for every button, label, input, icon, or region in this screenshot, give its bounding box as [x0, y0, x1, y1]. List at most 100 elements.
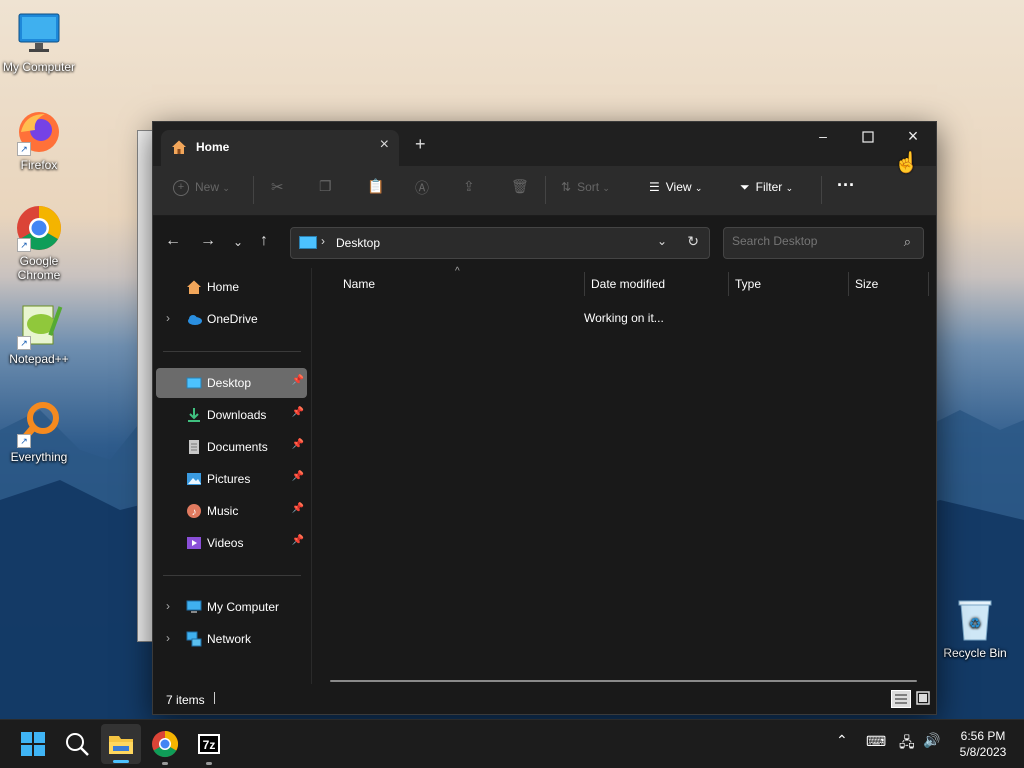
- pictures-icon: [186, 471, 202, 487]
- more-options-button[interactable]: ···: [837, 175, 855, 196]
- paste-button[interactable]: 📋: [367, 178, 384, 195]
- close-window-button[interactable]: ×: [890, 122, 936, 152]
- expand-chevron-icon[interactable]: ›: [166, 631, 170, 645]
- column-separator[interactable]: [848, 272, 849, 296]
- title-bar[interactable]: Home × + – ×: [153, 122, 936, 166]
- rename-button[interactable]: Ⓐ: [415, 178, 429, 198]
- download-arrow-icon: [186, 407, 202, 423]
- desktop-icon-label: Everything: [10, 450, 68, 464]
- forward-button[interactable]: →: [200, 232, 216, 250]
- copy-button[interactable]: ❐: [319, 178, 332, 195]
- clock-time: 6:56 PM: [960, 729, 1006, 743]
- expand-chevron-icon[interactable]: ›: [166, 311, 170, 325]
- search-input[interactable]: [730, 233, 894, 249]
- loading-message: Working on it...: [584, 311, 664, 325]
- pane-splitter[interactable]: [311, 268, 312, 688]
- pin-icon[interactable]: 📌: [292, 471, 304, 482]
- minimize-button[interactable]: –: [800, 122, 846, 152]
- desktop-icon-notepadpp[interactable]: ↗ Notepad++: [0, 302, 79, 366]
- details-view-button[interactable]: [891, 690, 911, 708]
- column-size[interactable]: Size: [855, 277, 878, 291]
- sidebar-item-music[interactable]: ♪ Music 📌: [156, 496, 307, 526]
- recent-locations-button[interactable]: ⌄: [233, 235, 243, 249]
- tab-home[interactable]: Home ×: [161, 130, 399, 166]
- desktop-icon-label: Firefox: [20, 158, 58, 172]
- desktop-icon-label: Recycle Bin: [943, 646, 1007, 660]
- column-type[interactable]: Type: [735, 277, 761, 291]
- video-icon: [186, 535, 202, 551]
- volume-icon[interactable]: 🔊: [923, 732, 940, 749]
- monitor-icon: [186, 599, 202, 615]
- search-box[interactable]: ⌕: [723, 227, 924, 259]
- delete-button[interactable]: 🗑: [511, 178, 529, 195]
- pin-icon[interactable]: 📌: [292, 407, 304, 418]
- pin-icon[interactable]: 📌: [292, 503, 304, 514]
- taskbar-file-explorer[interactable]: [101, 724, 141, 764]
- toolbar-separator: [545, 176, 546, 204]
- keyboard-icon[interactable]: ⌨: [866, 733, 886, 750]
- column-name[interactable]: Name: [343, 277, 375, 291]
- toolbar-separator: [821, 176, 822, 204]
- cut-button[interactable]: ✂: [271, 178, 284, 196]
- taskbar-7zip[interactable]: 7z: [193, 728, 225, 765]
- taskbar: 7z ⌃ ⌨ 🖧 🔊 6:56 PM 5/8/2023: [0, 719, 1024, 768]
- sidebar-item-pictures[interactable]: Pictures 📌: [156, 464, 307, 494]
- view-button[interactable]: ☰ View ⌄: [649, 180, 702, 194]
- search-icon: ⌕: [903, 234, 911, 249]
- desktop-icon-chrome[interactable]: ↗ Google Chrome: [0, 204, 79, 282]
- column-date-modified[interactable]: Date modified: [591, 277, 665, 291]
- hand-cursor-icon: ☝: [894, 152, 919, 174]
- desktop-icon-recycle-bin[interactable]: ♻ Recycle Bin: [935, 596, 1015, 660]
- tiles-view-button[interactable]: [915, 690, 931, 706]
- network-status-icon[interactable]: 🖧: [899, 732, 915, 756]
- pin-icon[interactable]: 📌: [292, 439, 304, 450]
- shortcut-arrow-icon: ↗: [17, 336, 31, 350]
- sidebar-item-my-computer[interactable]: › My Computer: [156, 592, 307, 622]
- address-bar[interactable]: › Desktop ⌄ ↻: [290, 227, 710, 259]
- desktop-icon-everything[interactable]: ↗ Everything: [0, 400, 79, 464]
- sort-icon: ⇅: [561, 180, 572, 194]
- column-separator[interactable]: [584, 272, 585, 296]
- share-button[interactable]: ⇪: [463, 178, 475, 195]
- column-separator[interactable]: [928, 272, 929, 296]
- up-button[interactable]: ↑: [260, 232, 268, 250]
- refresh-icon[interactable]: ↻: [687, 233, 699, 250]
- search-button[interactable]: [61, 728, 93, 760]
- column-separator[interactable]: [728, 272, 729, 296]
- expand-chevron-icon[interactable]: ›: [166, 599, 170, 613]
- filter-icon: ⏷: [740, 180, 750, 194]
- address-dropdown-icon[interactable]: ⌄: [657, 234, 667, 248]
- new-tab-button[interactable]: +: [415, 134, 426, 155]
- toolbar-separator: [253, 176, 254, 204]
- new-button[interactable]: + New ⌄: [173, 180, 230, 196]
- pin-icon[interactable]: 📌: [292, 375, 304, 386]
- sidebar-item-onedrive[interactable]: › OneDrive: [156, 304, 307, 334]
- taskbar-chrome[interactable]: [149, 728, 181, 765]
- close-tab-icon[interactable]: ×: [380, 136, 389, 154]
- shortcut-arrow-icon: ↗: [17, 238, 31, 252]
- sidebar-item-home[interactable]: Home: [156, 272, 307, 302]
- back-button[interactable]: ←: [165, 232, 181, 250]
- clock-date: 5/8/2023: [959, 745, 1007, 759]
- sidebar-item-downloads[interactable]: Downloads 📌: [156, 400, 307, 430]
- sidebar-item-network[interactable]: › Network: [156, 624, 307, 654]
- horizontal-scrollbar[interactable]: [330, 680, 917, 682]
- pin-icon[interactable]: 📌: [292, 535, 304, 546]
- maximize-button[interactable]: [845, 122, 891, 152]
- start-button[interactable]: [17, 728, 49, 760]
- navigation-bar: ← → ⌄ ↑ › Desktop ⌄ ↻ ⌕: [153, 216, 936, 268]
- sidebar-item-documents[interactable]: Documents 📌: [156, 432, 307, 462]
- sidebar-item-videos[interactable]: Videos 📌: [156, 528, 307, 558]
- desktop-icon-firefox[interactable]: ↗ Firefox: [0, 108, 79, 172]
- music-icon: ♪: [186, 503, 202, 519]
- chevron-down-icon: ⌄: [222, 183, 230, 194]
- monitor-icon: [15, 10, 63, 58]
- clock[interactable]: 6:56 PM 5/8/2023: [950, 728, 1016, 760]
- firefox-icon: ↗: [15, 108, 63, 156]
- desktop-icon-my-computer[interactable]: My Computer: [0, 10, 79, 74]
- sidebar-item-desktop[interactable]: Desktop 📌: [156, 368, 307, 398]
- show-hidden-icons-chevron[interactable]: ⌃: [836, 732, 848, 749]
- breadcrumb-desktop[interactable]: Desktop: [336, 236, 380, 250]
- filter-button[interactable]: ⏷ Filter ⌄: [740, 180, 793, 195]
- sort-button[interactable]: ⇅ Sort ⌄: [561, 180, 610, 194]
